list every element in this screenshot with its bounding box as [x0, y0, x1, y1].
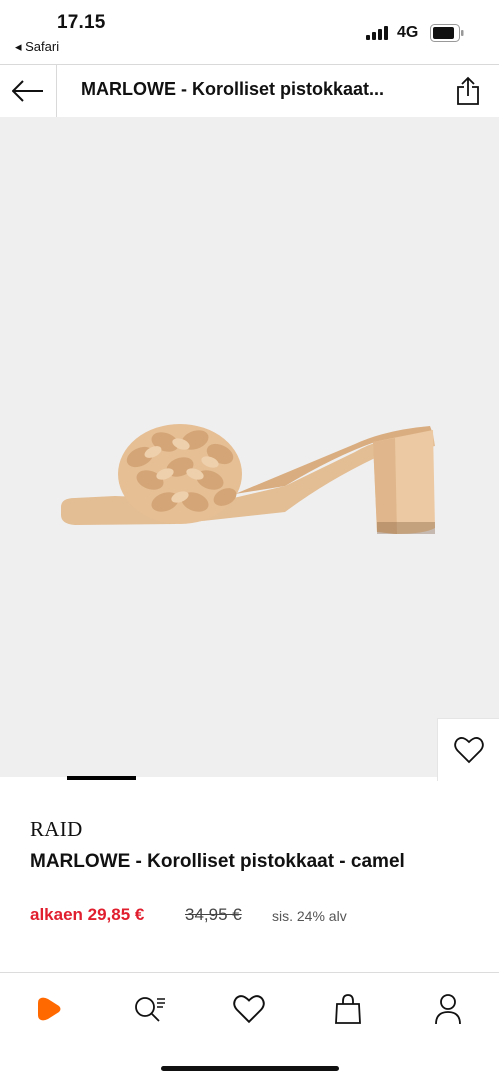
product-image	[61, 424, 435, 534]
product-header: MARLOWE - Korolliset pistokkaat...	[0, 64, 499, 118]
heart-icon	[454, 737, 484, 764]
page-title: MARLOWE - Korolliset pistokkaat...	[81, 79, 385, 99]
vat-note: sis. 24% alv	[272, 908, 347, 924]
share-button[interactable]	[440, 65, 496, 117]
battery-icon	[430, 24, 464, 42]
product-name: MARLOWE - Korolliset pistokkaat - camel	[30, 851, 405, 872]
status-time: 17.15	[57, 12, 106, 33]
back-button[interactable]	[0, 65, 57, 117]
tab-wishlist[interactable]	[227, 987, 271, 1031]
brand-name[interactable]: RAID	[30, 817, 83, 842]
zalando-play-icon	[38, 997, 61, 1021]
status-bar: 17.15 ◂ Safari 4G	[0, 0, 499, 64]
original-price: 34,95 €	[185, 905, 242, 924]
shopping-bag-icon	[335, 994, 361, 1024]
heart-icon	[233, 995, 265, 1024]
tab-home[interactable]	[27, 987, 71, 1031]
arrow-left-icon	[12, 80, 43, 102]
bottom-tab-bar	[0, 972, 499, 1081]
tab-profile[interactable]	[426, 987, 470, 1031]
network-type: 4G	[397, 24, 419, 41]
gallery-page-indicator	[67, 776, 136, 780]
tab-bag[interactable]	[326, 987, 370, 1031]
back-to-safari-link[interactable]: ◂ Safari	[15, 39, 59, 55]
search-list-icon	[135, 997, 165, 1022]
sale-price: alkaen 29,85 €	[30, 905, 145, 924]
share-icon	[457, 76, 479, 105]
add-to-wishlist-button[interactable]	[437, 718, 499, 781]
signal-icon	[366, 26, 388, 40]
person-icon	[435, 994, 461, 1025]
home-indicator	[161, 1066, 339, 1071]
tab-search[interactable]	[127, 987, 171, 1031]
